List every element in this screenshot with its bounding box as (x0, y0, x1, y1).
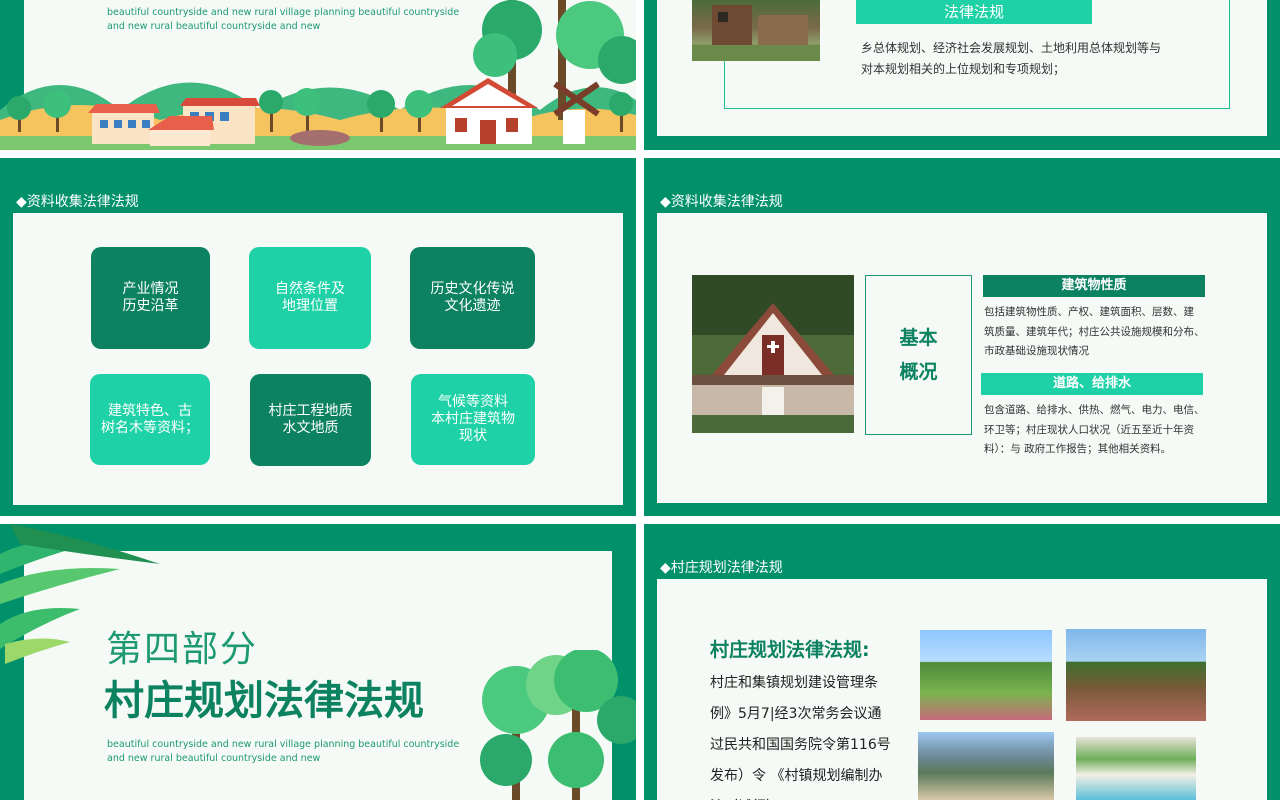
data-card-history-culture: 历史文化传说 文化遗迹 (410, 247, 535, 349)
section-title: ◆村庄规划法律法规 (660, 560, 783, 576)
slide-1-thumbnail[interactable]: beautiful countryside and new rural vill… (0, 0, 636, 150)
chapel-photo (692, 275, 854, 433)
section-title: ◆资料收集法律法规 (16, 194, 139, 210)
regulation-heading: 村庄规划法律法规: (710, 639, 870, 661)
data-card-architecture: 建筑特色、古 树名木等资料； (90, 374, 210, 465)
data-card-climate-buildings: 气候等资料 本村庄建筑物 现状 (411, 374, 535, 465)
village-illustration (0, 0, 636, 150)
regulation-line: 法（试行） (710, 792, 891, 800)
slide-5-english-subtitle: beautiful countryside and new rural vill… (107, 739, 460, 764)
building-nature-text: 包括建筑物性质、产权、建筑面积、层数、建 筑质量、建筑年代；村庄公共设施规模和分… (984, 306, 1205, 357)
law-description: 乡总体规划、经济社会发展规划、土地利用总体规划等与 对本规划相关的上位规划和专项… (861, 41, 1162, 76)
village-photo (692, 0, 820, 61)
slide-5-title: 村庄规划法律法规 (104, 678, 424, 724)
trees-illustration (480, 650, 636, 800)
regulation-line: 发布）令 《村镇规划编制办 (710, 768, 883, 784)
overview-box: 基本 概况 (865, 275, 972, 435)
resort-photo (1066, 629, 1206, 721)
garden-photo (920, 630, 1052, 720)
data-card-industry-history: 产业情况 历史沿革 (91, 247, 210, 349)
regulation-line: 村庄和集镇规划建设管理条 (710, 675, 878, 691)
regulation-line: 过民共和国国务院令第116号 (710, 737, 891, 753)
data-card-natural-conditions: 自然条件及 地理位置 (249, 247, 371, 349)
slide-2-thumbnail[interactable]: 法律法规 乡总体规划、经济社会发展规划、土地利用总体规划等与 对本规划相关的上位… (644, 0, 1280, 150)
slide-5-thumbnail[interactable]: 第四部分 村庄规划法律法规 beautiful countryside and … (0, 524, 636, 800)
building-nature-heading: 建筑物性质 (983, 275, 1205, 297)
data-card-geology-hydrology: 村庄工程地质 水文地质 (250, 374, 371, 466)
slide-4-thumbnail[interactable]: ◆资料收集法律法规 基本 概况 建筑物性质 包括建筑物性质、产权、建筑面积、层数… (644, 158, 1280, 516)
slide-3-thumbnail[interactable]: ◆资料收集法律法规 产业情况 历史沿革 自然条件及 地理位置 历史文化传说 文化… (0, 158, 636, 516)
mountain-village-photo (918, 732, 1054, 800)
slide-6-thumbnail[interactable]: ◆村庄规划法律法规 村庄规划法律法规: 村庄和集镇规划建设管理条 例》5月7|经… (644, 524, 1280, 800)
regulation-line: 例》5月7|经3次常务会议通 (710, 706, 882, 722)
pool-resort-photo (1076, 737, 1196, 800)
roads-drainage-heading: 道路、给排水 (981, 373, 1203, 395)
part-number: 第四部分 (106, 629, 259, 670)
overview-label: 基本 概况 (899, 327, 938, 383)
law-banner: 法律法规 (856, 0, 1092, 24)
section-title: ◆资料收集法律法规 (660, 194, 783, 210)
roads-drainage-text: 包含道路、给排水、供热、燃气、电力、电信、 环卫等；村庄现状人口状况（近五至近十… (984, 404, 1205, 455)
regulation-lines: 村庄和集镇规划建设管理条 例》5月7|经3次常务会议通 过民共和国国务院令第11… (710, 668, 891, 800)
